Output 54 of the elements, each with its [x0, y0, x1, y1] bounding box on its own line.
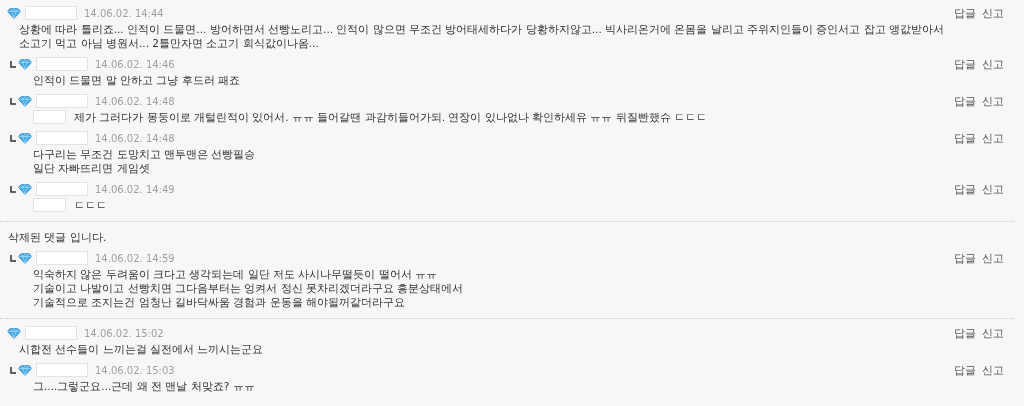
- comment-text: 기술이고 나발이고 선빵치면 그다음부터는 엉켜서 정신 못차리겠더라구요 흥분상태에서: [33, 281, 464, 295]
- redaction-box: [25, 6, 77, 20]
- comment-text: 기술적으로 조지는건 엄청난 길바닥싸움 경험과 운동을 해야될꺼같더라구요: [33, 295, 406, 309]
- redaction-box: [36, 94, 88, 108]
- reply-link[interactable]: 답글: [954, 327, 976, 341]
- comment-date: 14.06.02. 14:48: [95, 94, 175, 109]
- comment-text: 익숙하지 않은 두려움이 크다고 생각되는데 일단 저도 사시나무떨듯이 떨어서 ㅠㅠ: [33, 267, 438, 281]
- redaction-box: [36, 251, 88, 265]
- report-link[interactable]: 신고: [982, 327, 1004, 341]
- redaction-box: [36, 182, 88, 196]
- report-link[interactable]: 신고: [982, 7, 1004, 21]
- redaction-box: [25, 326, 77, 340]
- comment-text: 상황에 따라 틀리죠... 인적이 드물면... 방어하면서 선빵노리고... 인적이 많으면 무조건 방어태세하다가 당황하지않고... 빅사리온거에 온몸을 날리고 주위지인들이 증인서고 잡고 앵값받아서 소고기 먹고 아님 병원서... 2틀만자면 소고기 회식값이나옴...: [19, 22, 946, 50]
- diamond-icon: [7, 7, 21, 19]
- diamond-icon: [7, 327, 21, 339]
- diamond-icon: [18, 132, 32, 144]
- redaction-box: [33, 198, 66, 212]
- report-link[interactable]: 신고: [982, 58, 1004, 72]
- comment-date: 14.06.02. 14:46: [95, 57, 175, 72]
- comment-text: 일단 자빠뜨리면 게임셋: [33, 161, 150, 175]
- comment-text: 그....그렇군요...근데 왜 전 맨날 처맞죠? ㅠㅠ: [33, 379, 255, 393]
- reply-link[interactable]: 답글: [954, 95, 976, 109]
- report-link[interactable]: 신고: [982, 364, 1004, 378]
- comment-text: 시합전 선수들이 느끼는걸 실전에서 느끼시는군요: [19, 342, 264, 356]
- comment-text: 제가 그러다가 몽둥이로 개털린적이 있어서. ㅠㅠ 들어갈땐 과감히들어가되. 연장이 있나없나 확인하세유 ㅠㅠ 뒤질빤했슈 ㄷㄷㄷ: [74, 110, 708, 124]
- comment-date: 14.06.02. 14:59: [95, 251, 175, 266]
- diamond-icon: [18, 95, 32, 107]
- report-link[interactable]: 신고: [982, 252, 1004, 266]
- diamond-icon: [18, 252, 32, 264]
- diamond-icon: [18, 58, 32, 70]
- reply-link[interactable]: 답글: [954, 132, 976, 146]
- comment-text: ㄷㄷㄷ: [74, 198, 107, 212]
- report-link[interactable]: 신고: [982, 132, 1004, 146]
- comment-date: 14.06.02. 15:03: [95, 363, 175, 378]
- redaction-box: [36, 131, 88, 145]
- reply-link[interactable]: 답글: [954, 58, 976, 72]
- comment-date: 14.06.02. 14:48: [95, 131, 175, 146]
- reply-link[interactable]: 답글: [954, 364, 976, 378]
- comment-date: 14.06.02. 14:44: [84, 6, 164, 21]
- comment-date: 14.06.02. 14:49: [95, 182, 175, 197]
- redaction-box: [36, 363, 88, 377]
- reply-link[interactable]: 답글: [954, 183, 976, 197]
- redaction-box: [36, 57, 88, 71]
- comment-text: 인적이 드물면 말 안하고 그냥 후드러 패죠: [33, 73, 241, 87]
- reply-link[interactable]: 답글: [954, 7, 976, 21]
- comment-date: 14.06.02. 15:02: [84, 326, 164, 341]
- redaction-box: [33, 110, 66, 124]
- reply-link[interactable]: 답글: [954, 252, 976, 266]
- report-link[interactable]: 신고: [982, 95, 1004, 109]
- comment-text: 다구리는 무조건 도망치고 맨투맨은 선빵필승: [33, 147, 256, 161]
- diamond-icon: [18, 183, 32, 195]
- deleted-comment-notice: 삭제된 댓글 입니다.: [8, 231, 108, 245]
- report-link[interactable]: 신고: [982, 183, 1004, 197]
- diamond-icon: [18, 364, 32, 376]
